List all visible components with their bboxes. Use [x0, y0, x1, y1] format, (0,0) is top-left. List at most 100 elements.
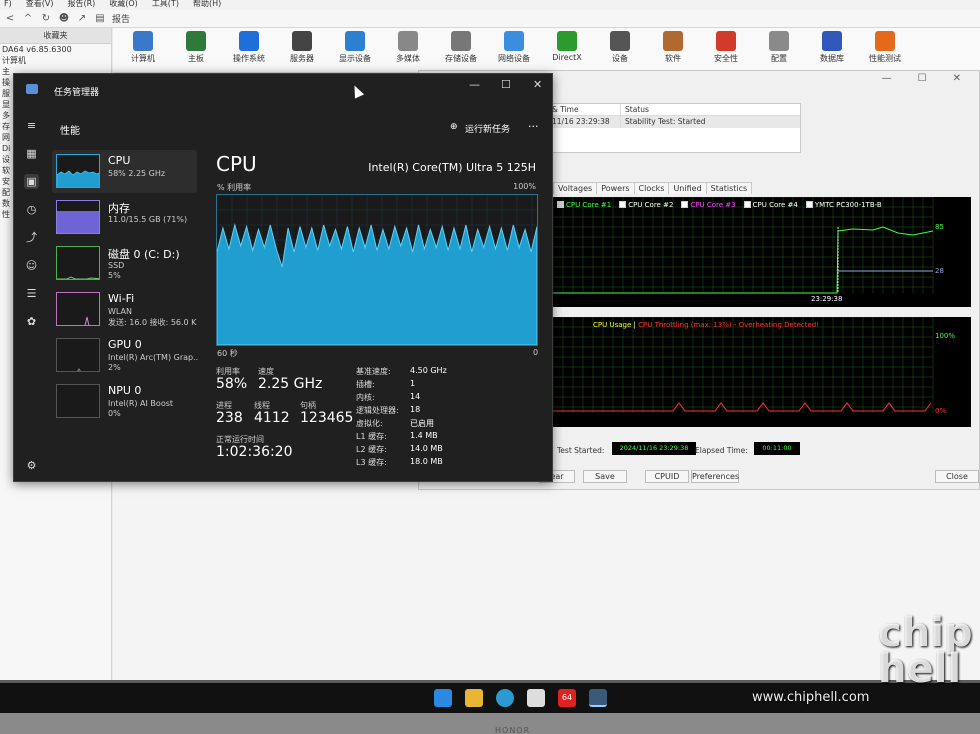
app-history-icon[interactable]: ◷	[24, 202, 39, 217]
axis-zero-label: 0	[533, 348, 539, 357]
back-icon[interactable]: <	[4, 13, 16, 24]
toolbar-icon	[292, 31, 312, 51]
list-item-disk[interactable]: 磁盘 0 (C: D:) SSD 5%	[52, 242, 197, 285]
run-new-task-icon[interactable]: ⊕	[450, 122, 458, 132]
cpu-detail-panel: CPU Intel(R) Core(TM) Ultra 5 125H % 利用率…	[216, 152, 546, 480]
report-button[interactable]: 报告	[112, 12, 130, 25]
toolbar-item[interactable]: 网络设备	[484, 31, 544, 64]
list-item-gpu[interactable]: GPU 0 Intel(R) Arc(TM) Grap.. 2%	[52, 334, 198, 377]
cell-status: Stability Test: Started	[620, 116, 800, 128]
chart-icon[interactable]: ↗	[76, 13, 88, 24]
list-item-npu[interactable]: NPU 0 Intel(R) AI Boost 0%	[52, 380, 197, 423]
toolbar-icon	[345, 31, 365, 51]
temp-time-label: 23:29:38	[811, 295, 843, 303]
close-icon[interactable]: ✕	[953, 73, 961, 84]
maximize-icon[interactable]: ☐	[918, 73, 927, 84]
favorites-tab[interactable]: 收藏夹	[0, 28, 111, 44]
checkbox-icon[interactable]	[805, 201, 813, 208]
toolbar-item[interactable]: 计算机	[113, 31, 173, 64]
temp-value-high: 85	[935, 223, 944, 231]
toolbar-label: 多媒体	[396, 54, 420, 63]
hamburger-menu-icon[interactable]: ≡	[24, 118, 39, 133]
cpuid-button[interactable]: CPUID	[645, 470, 689, 483]
wifi-thumbnail	[56, 292, 100, 326]
report-icon[interactable]: ▤	[94, 13, 106, 24]
menu-item-favorites[interactable]: 收藏(O)	[109, 0, 138, 10]
toolbar-item[interactable]: 服务器	[272, 31, 332, 64]
aida-nav-toolbar: < ^ ↻ ☻ ↗ ▤ 报告	[0, 10, 980, 28]
toolbar-item[interactable]: 设备	[590, 31, 650, 64]
tab-clocks[interactable]: Clocks	[633, 182, 670, 194]
start-icon[interactable]	[434, 689, 452, 707]
threads-value: 4112	[254, 410, 290, 426]
legend-item[interactable]: YMTC PC300-1TB-B	[805, 201, 882, 209]
list-item-cpu[interactable]: CPU 58% 2.25 GHz	[52, 150, 197, 193]
toolbar-item[interactable]: 软件	[643, 31, 703, 64]
legend-item[interactable]: CPU Core #4	[743, 201, 798, 209]
legend-label: CPU Core #4	[752, 201, 798, 209]
aida64-icon[interactable]: 64	[558, 689, 576, 707]
menu-item-view[interactable]: 查看(V)	[26, 0, 54, 10]
toolbar-item[interactable]: 性能测试	[855, 31, 915, 64]
usage-min-label: 0%	[935, 407, 947, 415]
settings-icon[interactable]: ⚙	[24, 458, 39, 473]
save-button[interactable]: Save	[583, 470, 627, 483]
menu-item-file[interactable]: F)	[4, 0, 12, 10]
toolbar-icon	[822, 31, 842, 51]
tab-voltages[interactable]: Voltages	[553, 182, 598, 194]
maximize-icon[interactable]: ☐	[501, 78, 511, 91]
toolbar-item[interactable]: 存储设备	[431, 31, 491, 64]
refresh-icon[interactable]: ↻	[40, 13, 52, 24]
minimize-icon[interactable]: —	[469, 78, 480, 91]
run-new-task-button[interactable]: 运行新任务	[465, 122, 510, 135]
app-icon[interactable]	[527, 689, 545, 707]
toolbar-item[interactable]: 配置	[749, 31, 809, 64]
menu-item-help[interactable]: 帮助(H)	[193, 0, 221, 10]
tab-powers[interactable]: Powers	[596, 182, 635, 194]
menu-item-report[interactable]: 报告(R)	[67, 0, 95, 10]
list-item-memory[interactable]: 内存 11.0/15.5 GB (71%)	[52, 196, 197, 239]
item-name: Wi-Fi	[108, 292, 135, 305]
toolbar-item[interactable]: 安全性	[696, 31, 756, 64]
list-item-wifi[interactable]: Wi-Fi WLAN 发送: 16.0 接收: 56.0 K	[52, 288, 197, 331]
legend-item[interactable]: CPU Core #2	[619, 201, 673, 209]
startup-apps-icon[interactable]: ⤴	[24, 230, 39, 245]
users-icon[interactable]: ☺	[24, 258, 39, 273]
speed-value: 2.25 GHz	[258, 376, 323, 392]
tree-item-computer[interactable]: 计算机	[0, 55, 111, 66]
performance-icon[interactable]: ▣	[24, 174, 39, 189]
tab-statistics[interactable]: Statistics	[705, 182, 753, 194]
checkbox-icon[interactable]	[619, 201, 627, 208]
up-icon[interactable]: ^	[22, 13, 34, 24]
preferences-button[interactable]: Preferences	[691, 470, 739, 483]
toolbar-item[interactable]: DirectX	[537, 31, 597, 62]
menu-item-tools[interactable]: 工具(T)	[152, 0, 179, 10]
toolbar-item[interactable]: 显示设备	[325, 31, 385, 64]
toolbar-item[interactable]: 操作系统	[219, 31, 279, 64]
processes-icon[interactable]: ▦	[24, 146, 39, 161]
spec-key: 插槽:	[356, 380, 375, 389]
services-icon[interactable]: ✿	[24, 314, 39, 329]
close-button[interactable]: Close	[935, 470, 979, 483]
user-icon[interactable]: ☻	[58, 13, 70, 24]
tab-unified[interactable]: Unified	[668, 182, 707, 194]
toolbar-item[interactable]: 多媒体	[378, 31, 438, 64]
toolbar-label: 软件	[665, 54, 681, 63]
minimize-icon[interactable]: —	[882, 73, 892, 84]
edge-icon[interactable]	[496, 689, 514, 707]
checkbox-icon[interactable]	[681, 201, 689, 208]
more-options-button[interactable]: ···	[528, 120, 539, 133]
legend-item[interactable]: CPU Core #1	[557, 201, 611, 209]
legend-item[interactable]: CPU Core #3	[681, 201, 736, 209]
details-icon[interactable]: ☰	[24, 286, 39, 301]
file-explorer-icon[interactable]	[465, 689, 483, 707]
stability-window-controls: — ☐ ✕	[864, 71, 979, 86]
table-row[interactable]: 11/16 23:29:38 Stability Test: Started	[550, 116, 800, 128]
task-manager-taskbar-icon[interactable]	[589, 689, 607, 707]
close-icon[interactable]: ✕	[533, 78, 542, 91]
checkbox-icon[interactable]	[557, 201, 564, 208]
checkbox-icon[interactable]	[743, 201, 751, 208]
item-detail: Intel(R) AI Boost	[108, 399, 174, 408]
toolbar-item[interactable]: 数据库	[802, 31, 862, 64]
toolbar-item[interactable]: 主板	[166, 31, 226, 64]
